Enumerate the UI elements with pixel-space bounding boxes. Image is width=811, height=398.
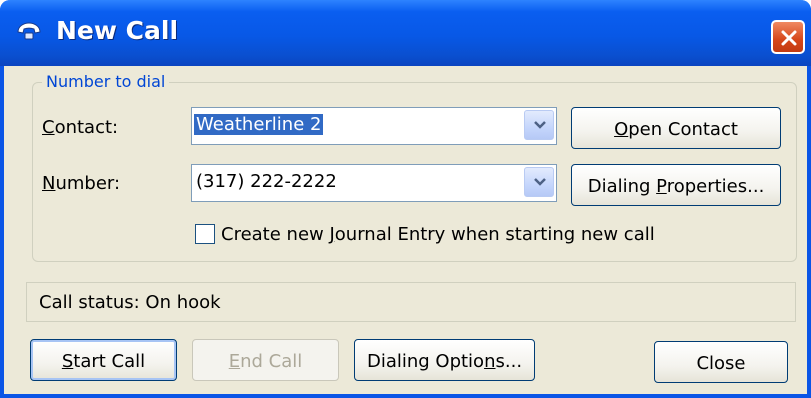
dialing-options-button[interactable]: Dialing Options... [354,339,535,381]
call-status-text: Call status: On hook [39,292,221,313]
chevron-down-icon [534,121,546,129]
number-combobox[interactable]: (317) 222-2222 [191,164,557,202]
contact-combobox[interactable]: Weatherline 2 [191,107,557,145]
title-bar[interactable]: New Call [0,0,811,66]
dialing-properties-button[interactable]: Dialing Properties... [571,164,781,206]
group-legend: Number to dial [42,72,170,91]
contact-label: Contact: [42,117,119,138]
end-call-button[interactable]: End Call [192,339,339,381]
number-label: Number: [42,173,121,194]
number-dropdown-button[interactable] [524,167,554,197]
contact-value: Weatherline 2 [194,114,324,135]
close-icon [781,30,797,46]
window-title: New Call [56,16,179,45]
journal-entry-checkbox[interactable] [195,224,215,244]
close-button[interactable]: Close [654,341,788,383]
journal-entry-label[interactable]: Create new Journal Entry when starting n… [221,224,655,245]
number-value: (317) 222-2222 [196,171,337,192]
start-call-button[interactable]: Start Call [30,339,177,381]
new-call-dialog: New Call Number to dial Contact: Weather… [0,0,811,398]
chevron-down-icon [534,178,546,186]
open-contact-button[interactable]: Open Contact [571,107,781,149]
contact-dropdown-button[interactable] [524,110,554,140]
telephone-icon [17,22,41,40]
call-status-bar: Call status: On hook [26,282,796,322]
close-window-button[interactable] [771,20,805,54]
